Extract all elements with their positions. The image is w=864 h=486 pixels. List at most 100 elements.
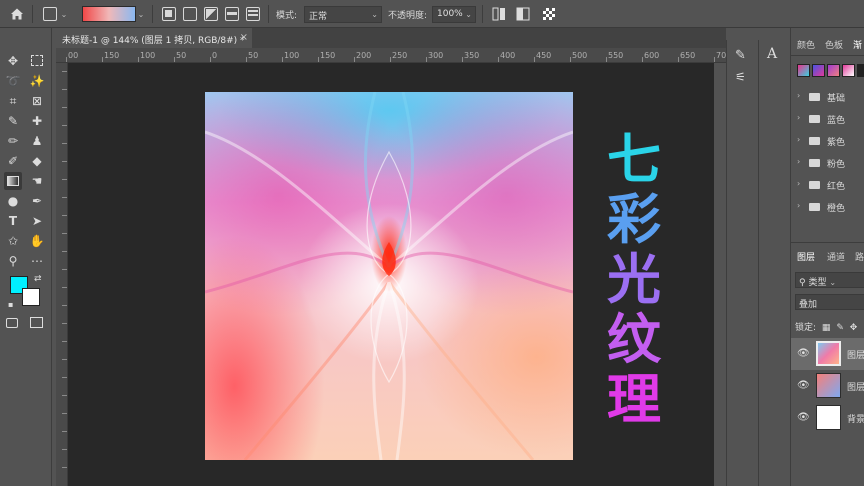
- document-tab[interactable]: 未标题-1 @ 144% (图层 1 拷贝, RGB/8#) * ×: [56, 28, 252, 48]
- tool-preset-picker[interactable]: ⌄: [40, 4, 70, 24]
- ruler-tick-label: 400: [500, 51, 516, 60]
- layer-row[interactable]: 👁 图层: [791, 338, 864, 370]
- tab-layers[interactable]: 图层: [797, 250, 815, 263]
- blend-mode-select[interactable]: 正常 ⌄: [304, 6, 382, 23]
- crop-tool-icon[interactable]: ⌗: [4, 92, 22, 110]
- document-tab-bar: 未标题-1 @ 144% (图层 1 拷贝, RGB/8#) * ×: [56, 28, 726, 48]
- ruler-tick: [354, 57, 355, 62]
- ruler-tick: [62, 323, 67, 324]
- lock-paint-icon[interactable]: ✎: [836, 323, 844, 333]
- lasso-tool-icon[interactable]: ➰: [4, 72, 22, 90]
- layer-blend-mode-select[interactable]: 叠加: [795, 294, 864, 310]
- gradient-preset-1[interactable]: [797, 64, 810, 77]
- eraser-tool-icon[interactable]: ◆: [28, 152, 46, 170]
- stamp-tool-icon[interactable]: ♟: [28, 132, 46, 150]
- magic-wand-icon[interactable]: ✨: [28, 72, 46, 90]
- ruler-tick-label: 50: [248, 51, 259, 60]
- folder-blue[interactable]: › 蓝色: [797, 112, 863, 128]
- lock-position-icon[interactable]: ✥: [850, 323, 858, 333]
- linear-gradient-button[interactable]: [160, 4, 178, 24]
- ruler-tick: [62, 287, 67, 288]
- reflected-gradient-icon: [225, 7, 239, 21]
- folder-label: 基础: [827, 94, 846, 104]
- home-icon[interactable]: [6, 4, 28, 24]
- ruler-tick: [534, 57, 535, 62]
- transparency-button[interactable]: [540, 4, 558, 24]
- diamond-gradient-button[interactable]: [244, 4, 262, 24]
- move-tool-icon[interactable]: ✥: [4, 52, 22, 70]
- character-panel-icon[interactable]: A: [767, 46, 777, 62]
- opacity-input[interactable]: 100% ⌄: [432, 6, 476, 23]
- eye-icon[interactable]: 👁: [797, 348, 810, 359]
- eyedropper-icon[interactable]: ✎: [4, 112, 22, 130]
- title-char-5: 理: [607, 368, 661, 431]
- reflected-gradient-button[interactable]: [223, 4, 241, 24]
- ruler-tick-label: 70: [716, 51, 727, 60]
- smudge-tool-icon[interactable]: ☚: [28, 172, 46, 190]
- ruler-tick-label: 150: [104, 51, 120, 60]
- eye-icon[interactable]: 👁: [797, 380, 810, 391]
- right-panel: 颜色 色板 渐 › 基础 › 蓝色 › 紫色 › 粉色 › 红色 › 橙色 图层 通道 路 …: [790, 28, 864, 486]
- artwork-canvas[interactable]: [205, 92, 573, 460]
- dodge-tool-icon[interactable]: ●: [4, 192, 22, 210]
- healing-brush-icon[interactable]: ✚: [28, 112, 46, 130]
- folder-red[interactable]: › 红色: [797, 178, 863, 194]
- layer-row[interactable]: 👁 背景: [791, 402, 864, 434]
- tab-swatches[interactable]: 色板: [825, 38, 843, 51]
- default-colors-icon[interactable]: ▪: [8, 300, 13, 309]
- gradient-picker[interactable]: ⌄: [80, 4, 146, 24]
- pen-tool-icon[interactable]: ✒: [28, 192, 46, 210]
- gradient-preset-3[interactable]: [827, 64, 840, 77]
- angle-gradient-button[interactable]: [202, 4, 220, 24]
- layer-row[interactable]: 👁 图层: [791, 370, 864, 402]
- hand-tool-icon[interactable]: ✋: [28, 232, 46, 250]
- title-char-3: 光: [607, 248, 661, 311]
- ruler-tick: [498, 57, 499, 62]
- tab-gradients[interactable]: 渐: [853, 38, 862, 51]
- swap-colors-icon[interactable]: ⇄: [34, 274, 42, 284]
- screen-mode-icon[interactable]: [30, 317, 43, 328]
- panel-icon-strip: ✎ ⚟: [726, 40, 756, 486]
- shape-tool-icon[interactable]: ✩: [4, 232, 22, 250]
- gradient-preset-2[interactable]: [812, 64, 825, 77]
- folder-orange[interactable]: › 橙色: [797, 200, 863, 216]
- reverse-button[interactable]: [490, 4, 508, 24]
- ruler-tick-label: 0: [212, 51, 218, 60]
- layer-blend-mode-value: 叠加: [799, 300, 818, 310]
- ruler-tick: [318, 57, 319, 62]
- linear-gradient-icon: [162, 7, 176, 21]
- radial-gradient-button[interactable]: [181, 4, 199, 24]
- tab-channels[interactable]: 通道: [827, 250, 845, 263]
- frame-tool-icon[interactable]: ⊠: [28, 92, 46, 110]
- ruler-tick: [714, 57, 715, 62]
- light-streaks-pattern: [205, 92, 573, 460]
- ruler-tick: [62, 341, 67, 342]
- chevron-down-icon: ⌄: [60, 9, 68, 19]
- folder-purple[interactable]: › 紫色: [797, 134, 863, 150]
- folder-label: 红色: [827, 182, 846, 192]
- folder-basic[interactable]: › 基础: [797, 90, 863, 106]
- lock-transparent-icon[interactable]: ▦: [822, 323, 831, 333]
- dither-button[interactable]: [514, 4, 532, 24]
- tab-paths[interactable]: 路: [855, 250, 864, 263]
- background-color-swatch[interactable]: [22, 288, 40, 306]
- layer-filter-select[interactable]: ⚲ 类型 ⌄: [795, 272, 864, 288]
- folder-pink[interactable]: › 粉色: [797, 156, 863, 172]
- close-tab-icon[interactable]: ×: [240, 32, 248, 43]
- quick-mask-icon[interactable]: [6, 318, 18, 328]
- eye-icon[interactable]: 👁: [797, 412, 810, 423]
- adjustments-icon[interactable]: ⚟: [735, 70, 746, 84]
- diamond-gradient-icon: [246, 7, 260, 21]
- tab-color[interactable]: 颜色: [797, 38, 815, 51]
- marquee-tool-icon[interactable]: [28, 52, 46, 70]
- more-tools-icon[interactable]: ⋯: [28, 252, 46, 270]
- zoom-tool-icon[interactable]: ⚲: [4, 252, 22, 270]
- brush-tool-icon[interactable]: ✏: [4, 132, 22, 150]
- gradient-preset-5[interactable]: [857, 64, 864, 77]
- brush-settings-icon[interactable]: ✎: [735, 48, 746, 63]
- history-brush-icon[interactable]: ✐: [4, 152, 22, 170]
- gradient-preset-4[interactable]: [842, 64, 855, 77]
- type-tool-icon[interactable]: T: [4, 212, 22, 230]
- gradient-tool-icon[interactable]: [4, 172, 22, 190]
- path-selection-icon[interactable]: ➤: [28, 212, 46, 230]
